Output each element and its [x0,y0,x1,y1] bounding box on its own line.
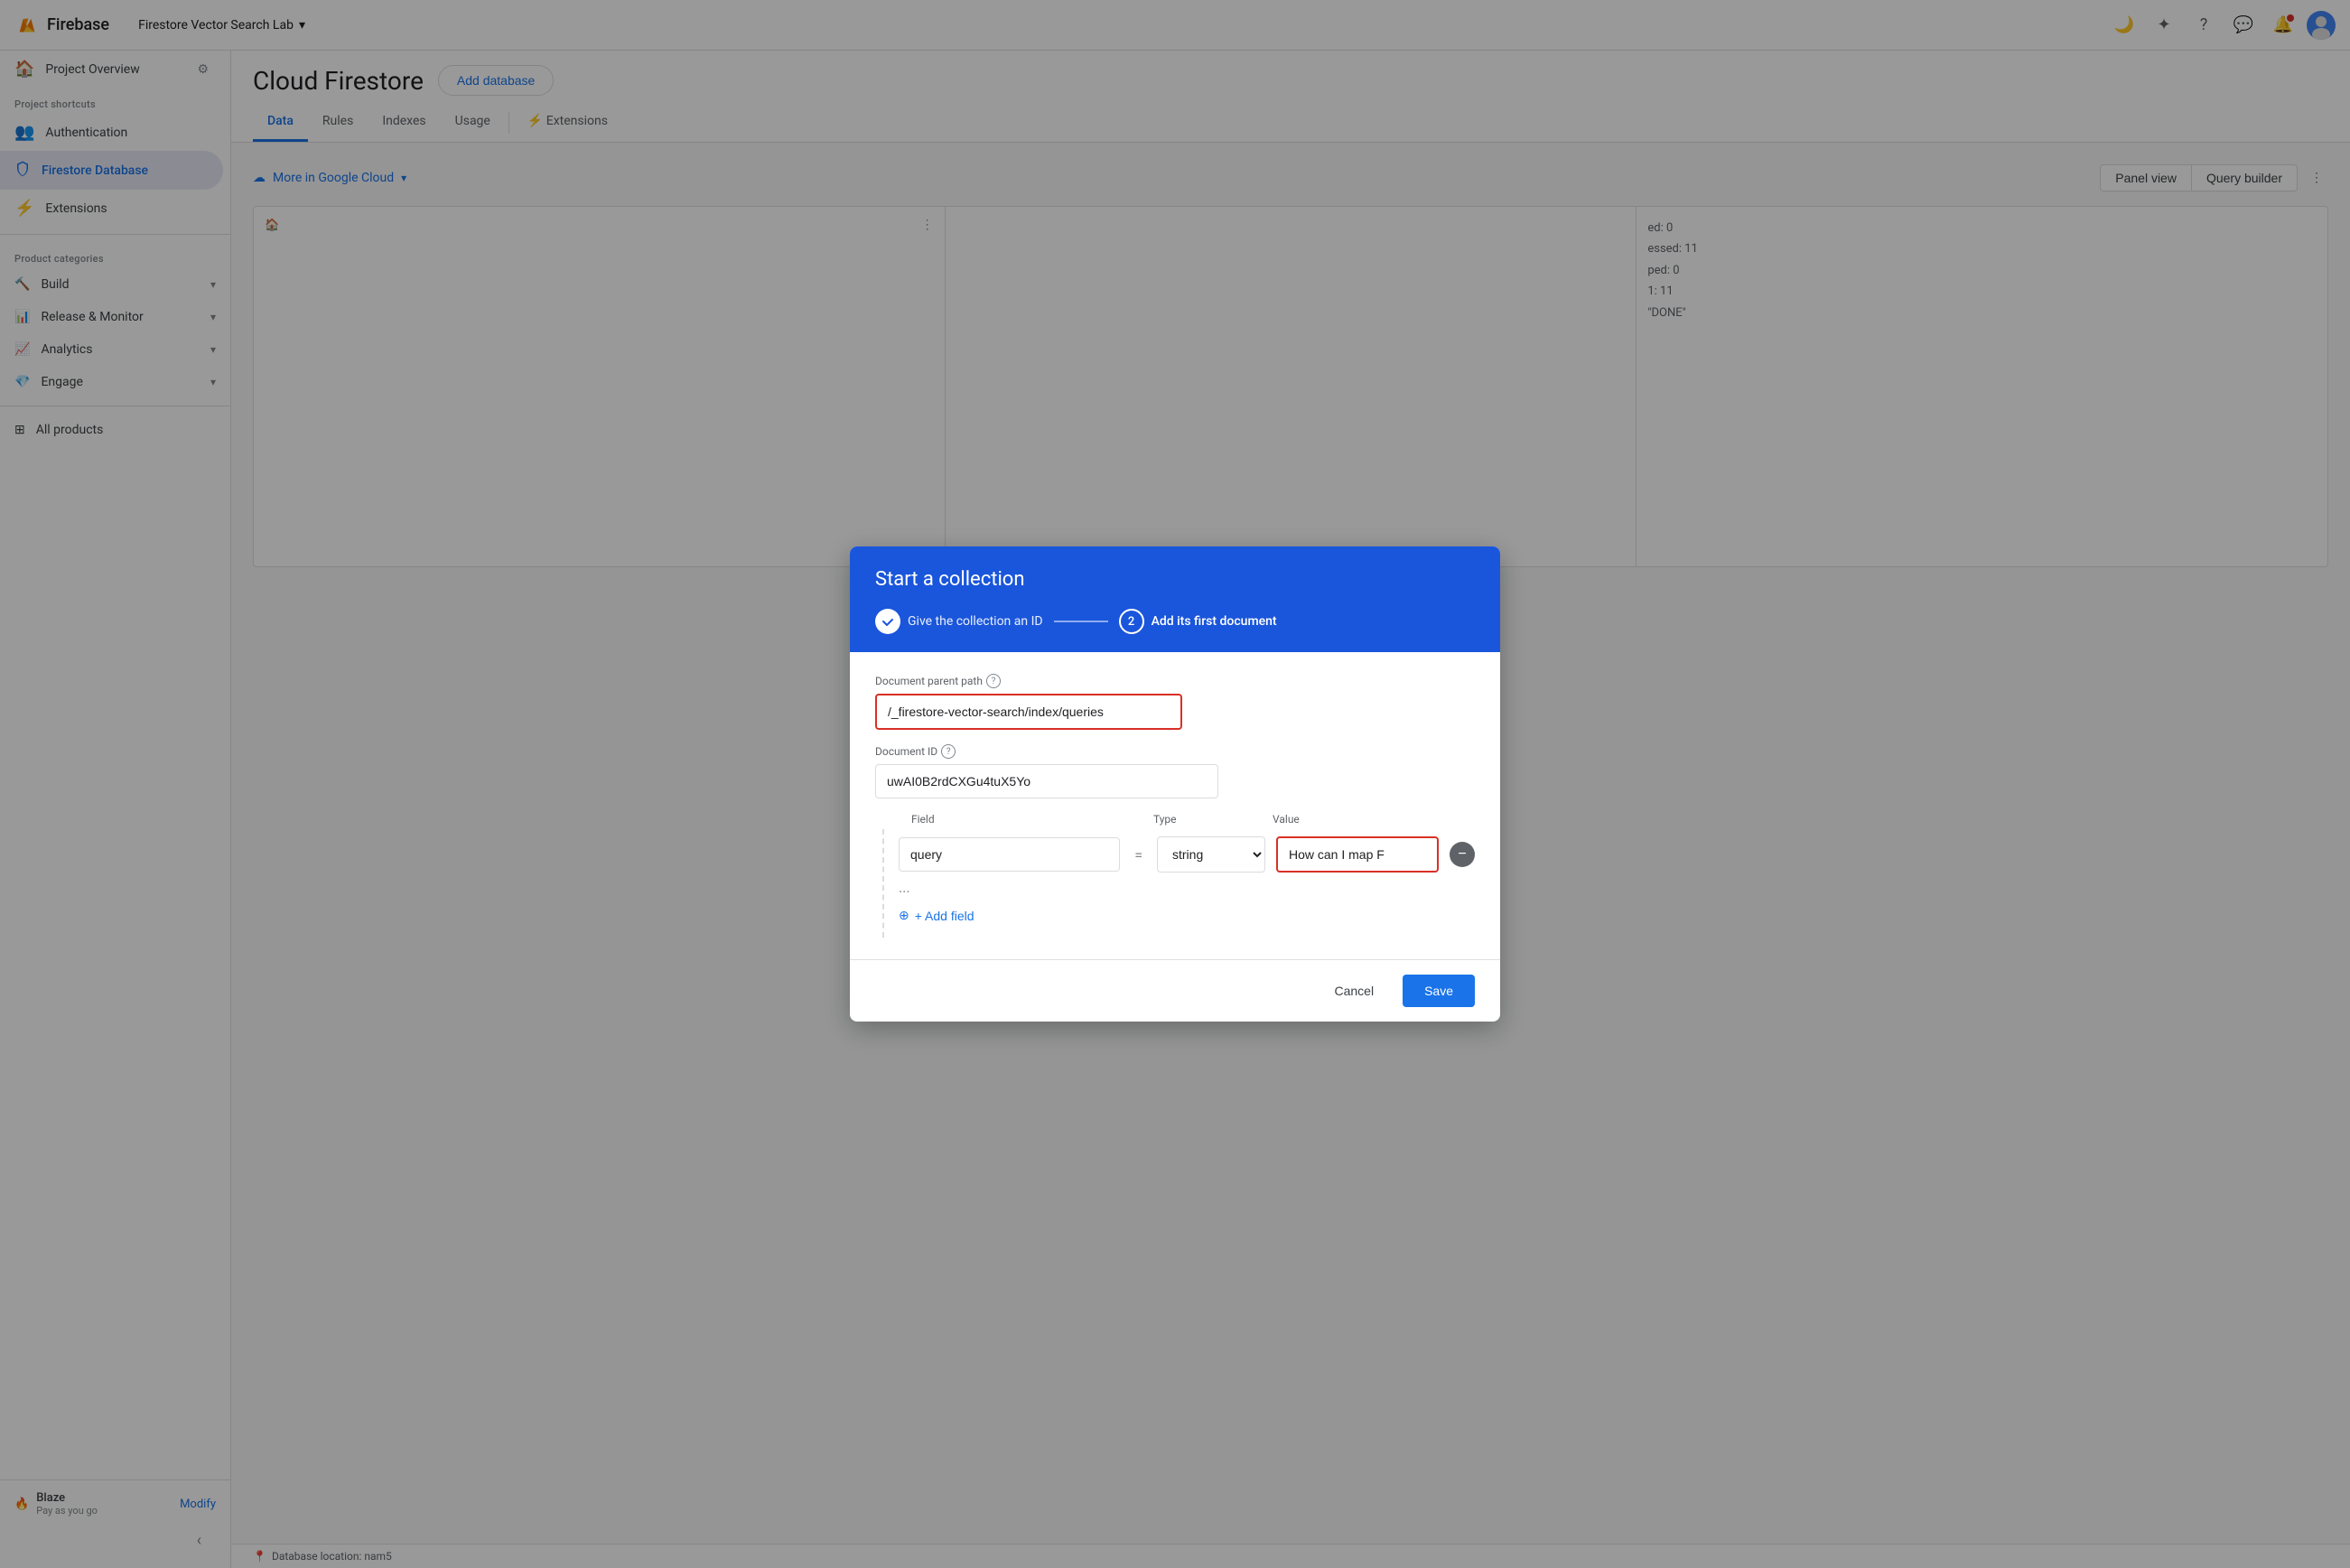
remove-field-button[interactable]: − [1450,842,1475,867]
dialog-body: Document parent path ? Document ID ? [850,652,1500,959]
field-eq-spacer [1124,813,1142,826]
field-name-input[interactable] [899,837,1120,872]
parent-path-section: Document parent path ? [875,674,1475,730]
add-field-button[interactable]: ⊕ + Add field [899,901,975,930]
document-parent-path-input[interactable] [875,694,1182,730]
step-1-circle [875,609,900,634]
step-1: Give the collection an ID [875,609,1043,634]
dialog-header: Start a collection Give the collection a… [850,546,1500,652]
app-container: Firebase Firestore Vector Search Lab ▾ 🌙… [0,0,2350,1568]
parent-path-help-icon[interactable]: ? [986,674,1001,688]
field-row-1: = string number boolean map array null t… [899,836,1475,873]
modal-overlay[interactable]: Start a collection Give the collection a… [0,0,2350,1568]
step-2-label: Add its first document [1152,614,1277,629]
dialog: Start a collection Give the collection a… [850,546,1500,1022]
step-2-circle: 2 [1119,609,1144,634]
add-field-plus-icon: ⊕ [899,908,909,923]
fields-section: Field Type Value = string number [875,813,1475,938]
document-id-section: Document ID ? [875,744,1475,798]
step-line [1054,621,1108,622]
field-row-wrapper: = string number boolean map array null t… [882,829,1475,938]
fields-header: Field Type Value [911,813,1475,826]
parent-path-label: Document parent path ? [875,674,1475,688]
field-equals: = [1131,846,1146,863]
add-field-label: + Add field [915,909,975,923]
field-value-input[interactable] [1276,836,1439,873]
type-select[interactable]: string number boolean map array null tim… [1157,836,1265,873]
dots-icon: ··· [899,883,910,901]
document-id-label: Document ID ? [875,744,1475,759]
add-field-row: ··· ⊕ + Add field [899,883,1475,930]
cancel-button[interactable]: Cancel [1316,976,1392,1005]
field-col-label: Field [911,813,1114,826]
document-id-help-icon[interactable]: ? [941,744,956,759]
type-col-label: Type [1153,813,1262,826]
dialog-title: Start a collection [875,568,1475,591]
save-button[interactable]: Save [1403,975,1475,1007]
value-col-label: Value [1273,813,1475,826]
dialog-steps: Give the collection an ID 2 Add its firs… [875,609,1475,634]
step-2: 2 Add its first document [1119,609,1277,634]
step-1-label: Give the collection an ID [908,614,1043,629]
document-id-input[interactable] [875,764,1218,798]
dialog-footer: Cancel Save [850,959,1500,1022]
